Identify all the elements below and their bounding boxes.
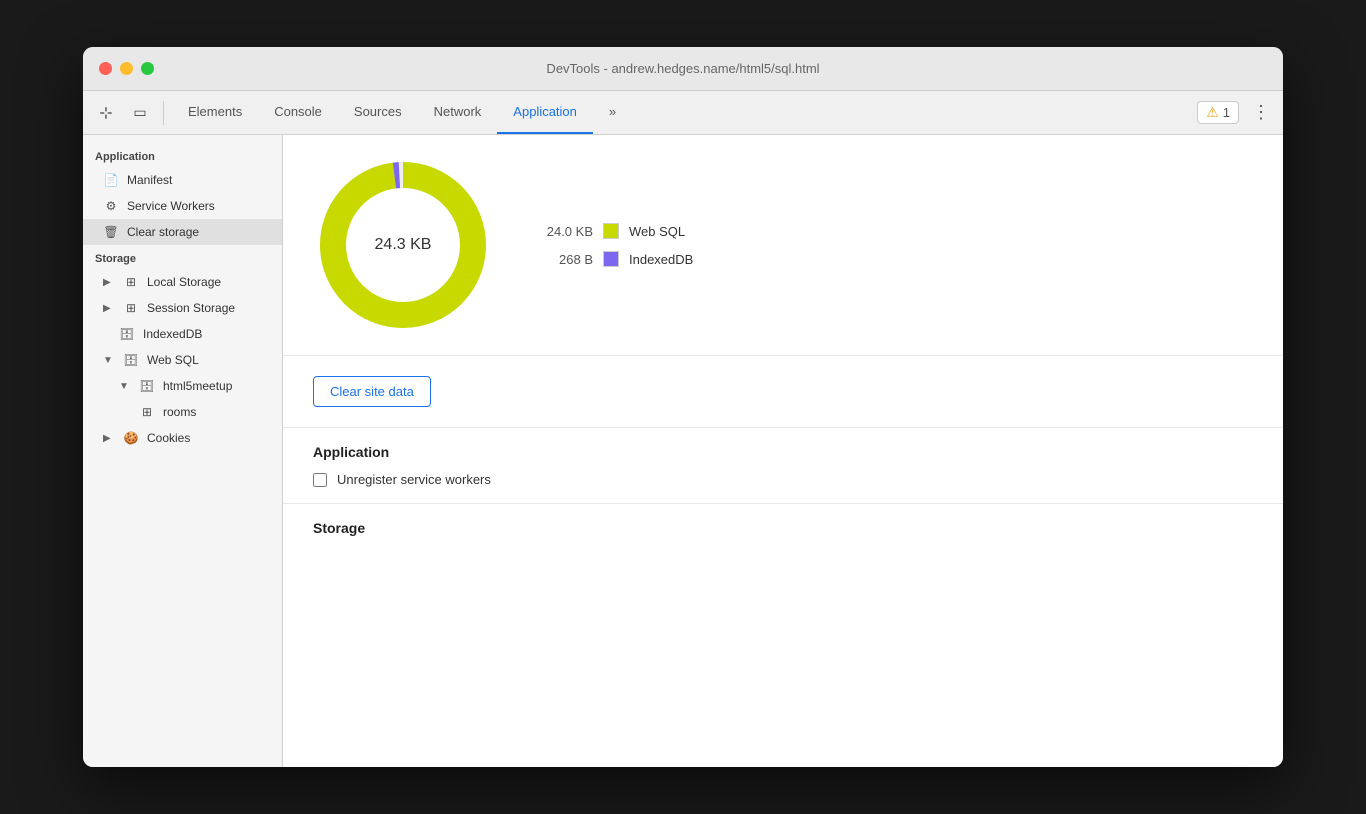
clear-storage-icon: 🗑 bbox=[103, 224, 119, 240]
clear-storage-label: Clear storage bbox=[127, 225, 199, 239]
session-storage-label: Session Storage bbox=[147, 301, 235, 315]
window-title: DevTools - andrew.hedges.name/html5/sql.… bbox=[546, 61, 819, 76]
donut-chart: 24.3 KB bbox=[313, 155, 493, 335]
local-storage-icon: ⊞ bbox=[123, 274, 139, 290]
unregister-sw-row: Unregister service workers bbox=[313, 472, 1253, 487]
storage-section-title: Storage bbox=[313, 520, 1253, 536]
local-storage-label: Local Storage bbox=[147, 275, 221, 289]
rooms-icon: ⊞ bbox=[139, 404, 155, 420]
devtools-window: DevTools - andrew.hedges.name/html5/sql.… bbox=[83, 47, 1283, 767]
sidebar-item-local-storage[interactable]: ▶ ⊞ Local Storage bbox=[83, 269, 282, 295]
tab-console[interactable]: Console bbox=[258, 91, 338, 134]
application-section-title: Application bbox=[313, 444, 1253, 460]
toolbar-separator bbox=[163, 101, 164, 125]
toolbar: ⊹ ▭ Elements Console Sources Network App… bbox=[83, 91, 1283, 135]
maximize-button[interactable] bbox=[141, 62, 154, 75]
donut-center-text: 24.3 KB bbox=[375, 236, 432, 254]
service-workers-icon: ⚙ bbox=[103, 198, 119, 214]
sidebar: Application 📄 Manifest ⚙ Service Workers… bbox=[83, 135, 283, 767]
session-storage-icon: ⊞ bbox=[123, 300, 139, 316]
device-toolbar-button[interactable]: ▭ bbox=[125, 98, 155, 128]
warning-badge[interactable]: ⚠ 1 bbox=[1197, 101, 1239, 124]
tab-more[interactable]: » bbox=[593, 91, 632, 134]
rooms-label: rooms bbox=[163, 405, 196, 419]
sidebar-item-web-sql[interactable]: ▼ 🗄 Web SQL bbox=[83, 347, 282, 373]
sidebar-storage-label: Storage bbox=[83, 245, 282, 269]
main-content: Application 📄 Manifest ⚙ Service Workers… bbox=[83, 135, 1283, 767]
sidebar-item-manifest[interactable]: 📄 Manifest bbox=[83, 167, 282, 193]
web-sql-value: 24.0 KB bbox=[533, 224, 593, 239]
unregister-sw-label: Unregister service workers bbox=[337, 472, 491, 487]
sidebar-item-clear-storage[interactable]: 🗑 Clear storage bbox=[83, 219, 282, 245]
cookies-label: Cookies bbox=[147, 431, 190, 445]
unregister-sw-checkbox[interactable] bbox=[313, 473, 327, 487]
web-sql-label: Web SQL bbox=[147, 353, 199, 367]
clear-section: Clear site data bbox=[283, 356, 1283, 428]
html5meetup-icon: 🗄 bbox=[139, 378, 155, 394]
web-sql-icon: 🗄 bbox=[123, 352, 139, 368]
manifest-label: Manifest bbox=[127, 173, 172, 187]
inspect-element-button[interactable]: ⊹ bbox=[91, 98, 121, 128]
close-button[interactable] bbox=[99, 62, 112, 75]
more-icon: ⋮ bbox=[1252, 102, 1270, 123]
tab-application[interactable]: Application bbox=[497, 91, 593, 134]
web-sql-swatch bbox=[603, 223, 619, 239]
indexeddb-legend-label: IndexedDB bbox=[629, 252, 693, 267]
warning-count: 1 bbox=[1223, 105, 1230, 120]
device-icon: ▭ bbox=[133, 104, 146, 121]
sidebar-item-html5meetup[interactable]: ▼ 🗄 html5meetup bbox=[83, 373, 282, 399]
manifest-icon: 📄 bbox=[103, 172, 119, 188]
application-section: Application Unregister service workers bbox=[283, 428, 1283, 504]
expand-cookies-arrow: ▶ bbox=[103, 433, 115, 444]
tab-network[interactable]: Network bbox=[418, 91, 498, 134]
sidebar-item-cookies[interactable]: ▶ 🍪 Cookies bbox=[83, 425, 282, 451]
sidebar-item-service-workers[interactable]: ⚙ Service Workers bbox=[83, 193, 282, 219]
titlebar: DevTools - andrew.hedges.name/html5/sql.… bbox=[83, 47, 1283, 91]
legend-web-sql: 24.0 KB Web SQL bbox=[533, 223, 693, 239]
indexeddb-label: IndexedDB bbox=[143, 327, 202, 341]
content-panel: 24.3 KB 24.0 KB Web SQL 268 B IndexedDB bbox=[283, 135, 1283, 767]
sidebar-item-indexeddb[interactable]: 🗄 IndexedDB bbox=[83, 321, 282, 347]
storage-section: Storage bbox=[283, 504, 1283, 564]
chart-area: 24.3 KB 24.0 KB Web SQL 268 B IndexedDB bbox=[283, 135, 1283, 356]
more-menu-button[interactable]: ⋮ bbox=[1247, 99, 1275, 127]
minimize-button[interactable] bbox=[120, 62, 133, 75]
indexeddb-value: 268 B bbox=[533, 252, 593, 267]
expand-html5meetup-arrow: ▼ bbox=[119, 381, 131, 392]
cookies-icon: 🍪 bbox=[123, 430, 139, 446]
warning-icon: ⚠ bbox=[1206, 104, 1219, 121]
html5meetup-label: html5meetup bbox=[163, 379, 232, 393]
tab-bar: Elements Console Sources Network Applica… bbox=[172, 91, 1193, 134]
sidebar-application-label: Application bbox=[83, 143, 282, 167]
sidebar-item-session-storage[interactable]: ▶ ⊞ Session Storage bbox=[83, 295, 282, 321]
legend-indexeddb: 268 B IndexedDB bbox=[533, 251, 693, 267]
service-workers-label: Service Workers bbox=[127, 199, 215, 213]
expand-local-storage-arrow: ▶ bbox=[103, 277, 115, 288]
indexeddb-swatch bbox=[603, 251, 619, 267]
window-controls bbox=[99, 62, 154, 75]
clear-site-data-button[interactable]: Clear site data bbox=[313, 376, 431, 407]
chart-legend: 24.0 KB Web SQL 268 B IndexedDB bbox=[533, 223, 693, 267]
expand-session-storage-arrow: ▶ bbox=[103, 303, 115, 314]
cursor-icon: ⊹ bbox=[99, 103, 112, 123]
web-sql-legend-label: Web SQL bbox=[629, 224, 685, 239]
expand-web-sql-arrow: ▼ bbox=[103, 355, 115, 366]
sidebar-item-rooms[interactable]: ⊞ rooms bbox=[83, 399, 282, 425]
tab-sources[interactable]: Sources bbox=[338, 91, 418, 134]
indexeddb-icon: 🗄 bbox=[119, 326, 135, 342]
tab-elements[interactable]: Elements bbox=[172, 91, 258, 134]
toolbar-right: ⚠ 1 ⋮ bbox=[1197, 99, 1275, 127]
